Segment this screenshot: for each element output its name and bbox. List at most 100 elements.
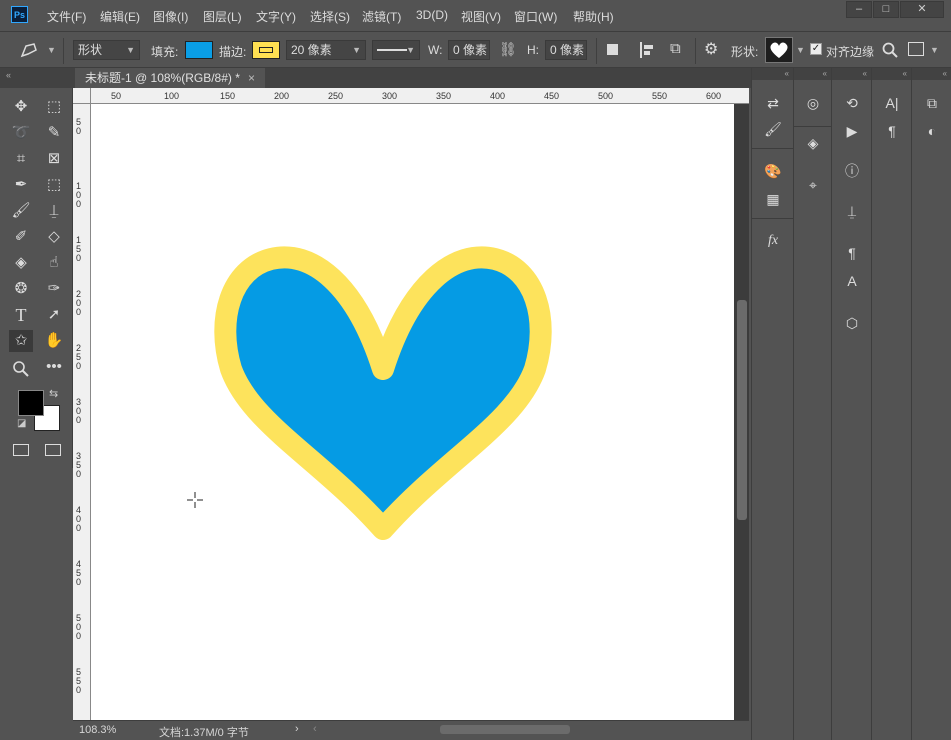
marquee-tool-icon[interactable]: ⬚ [42, 96, 66, 118]
adjustments-icon[interactable]: ◐ [917, 118, 947, 144]
menu-3d[interactable]: 3D(D) [416, 8, 448, 22]
swap-colors-icon[interactable]: ⇆ [49, 387, 58, 400]
fill-color-swatch[interactable] [185, 41, 213, 59]
vertical-ruler[interactable]: 50 100 150 200 250 300 350 400 450 500 5… [73, 104, 91, 720]
screen-mode-icon[interactable] [45, 444, 61, 456]
paths-icon[interactable]: ⌖ [798, 172, 828, 198]
mode-select[interactable]: 形状 ▼ [73, 40, 140, 60]
close-icon[interactable]: ✕ [900, 1, 944, 18]
smudge-tool-icon[interactable]: ☝ [42, 252, 66, 274]
menu-view[interactable]: 视图(V) [461, 8, 501, 25]
workspace-icon[interactable] [908, 42, 924, 56]
search-icon[interactable] [882, 42, 898, 58]
path-operations-icon[interactable] [607, 44, 618, 55]
clone-source-icon[interactable]: ⍊ [837, 198, 867, 224]
menu-layer[interactable]: 图层(L) [203, 8, 242, 25]
brush-settings-icon[interactable]: 🖌 [758, 116, 788, 142]
heart-shape[interactable] [91, 104, 734, 720]
horizontal-scroll-thumb[interactable] [440, 725, 570, 734]
type-tool-icon[interactable]: T [9, 304, 33, 326]
pen-tool-icon[interactable]: ✑ [42, 278, 66, 300]
libraries-icon[interactable]: ⧉ [917, 90, 947, 116]
foreground-color-swatch[interactable] [18, 390, 44, 416]
menu-filter[interactable]: 滤镜(T) [362, 8, 401, 25]
custom-shape-tool-icon[interactable]: ✩ [9, 330, 33, 352]
eraser-tool-icon[interactable]: ◇ [42, 226, 66, 248]
menu-window[interactable]: 窗口(W) [514, 8, 557, 25]
hand-tool-icon[interactable]: ✋ [42, 330, 66, 352]
properties-icon[interactable]: ⇄ [758, 90, 788, 116]
path-alignment-icon[interactable] [640, 42, 656, 58]
dodge-tool-icon[interactable]: ❂ [9, 278, 33, 300]
menu-select[interactable]: 选择(S) [310, 8, 350, 25]
history-brush-tool-icon[interactable]: ✐ [9, 226, 33, 248]
info-icon[interactable]: ⓘ [837, 158, 867, 184]
chevron-down-icon[interactable]: ▼ [796, 45, 805, 55]
brush-tool-icon[interactable]: 🖌 [9, 200, 33, 222]
layers-icon[interactable]: ◈ [798, 130, 828, 156]
paragraph-styles-icon[interactable]: ¶ [837, 240, 867, 266]
document-tab[interactable]: 未标题-1 @ 108%(RGB/8#) * × [75, 68, 265, 88]
ruler-corner [73, 88, 91, 104]
stamp-tool-icon[interactable]: ⍊ [42, 200, 66, 222]
zoom-level[interactable]: 108.3% [79, 724, 116, 736]
menu-image[interactable]: 图像(I) [153, 8, 188, 25]
minimize-icon[interactable]: – [846, 1, 872, 18]
stroke-color-swatch[interactable] [252, 41, 280, 59]
collapse-icon[interactable]: « [794, 68, 831, 80]
height-field[interactable]: 0 像素 [545, 40, 587, 60]
collapse-icon[interactable]: « [752, 68, 793, 80]
menu-type[interactable]: 文字(Y) [256, 8, 296, 25]
eyedropper-tool-icon[interactable]: ✒ [9, 174, 33, 196]
chevron-down-icon[interactable]: ▼ [930, 45, 939, 55]
3d-icon[interactable]: ⬡ [837, 310, 867, 336]
move-tool-icon[interactable]: ✥ [9, 96, 33, 118]
zoom-tool-icon[interactable] [12, 360, 30, 378]
horizontal-ruler[interactable]: 50 100 150 200 250 300 350 400 450 500 5… [91, 88, 749, 104]
stroke-type-select[interactable]: ▼ [372, 40, 420, 60]
character-icon[interactable]: A| [877, 90, 907, 116]
shape-picker[interactable] [765, 37, 793, 63]
path-arrangement-icon[interactable]: ⧉ [670, 40, 681, 57]
collapse-icon[interactable]: « [872, 68, 911, 80]
photoshop-logo: Ps [11, 6, 28, 23]
paint-bucket-tool-icon[interactable]: ◈ [9, 252, 33, 274]
grid-icon[interactable]: ▦ [758, 186, 788, 212]
quick-mask-icon[interactable] [13, 444, 29, 456]
path-select-tool-icon[interactable]: ➚ [42, 304, 66, 326]
crop-tool-icon[interactable]: ⌗ [9, 148, 33, 170]
default-colors-icon[interactable]: ◪ [17, 418, 26, 429]
paragraph-icon[interactable]: ¶ [877, 118, 907, 144]
swatches-icon[interactable]: 🎨 [758, 158, 788, 184]
actions-play-icon[interactable]: ▶ [837, 118, 867, 144]
gear-icon[interactable]: ⚙ [704, 39, 718, 59]
collapse-icon[interactable]: « [912, 68, 951, 80]
stroke-width-field[interactable]: 20 像素 ▼ [286, 40, 366, 60]
maximize-icon[interactable]: □ [873, 1, 899, 18]
link-icon[interactable]: ⛓ [499, 41, 517, 58]
more-tools-icon[interactable]: ••• [42, 356, 66, 378]
frame-tool-icon[interactable]: ⊠ [42, 148, 66, 170]
document-canvas[interactable] [91, 104, 734, 720]
lasso-tool-icon[interactable]: ➰ [9, 122, 33, 144]
width-field[interactable]: 0 像素 [448, 40, 490, 60]
history-icon[interactable]: ⟲ [837, 90, 867, 116]
pen-shape-icon[interactable] [18, 40, 40, 60]
quick-select-tool-icon[interactable]: ✎ [42, 122, 66, 144]
fx-styles-icon[interactable]: fx [758, 228, 788, 254]
vertical-scroll-thumb[interactable] [737, 300, 747, 520]
align-edges-checkbox[interactable]: ✓ [810, 43, 822, 55]
channels-icon[interactable]: ◎ [798, 90, 828, 116]
scroll-left-icon[interactable]: ‹ [313, 723, 317, 735]
menu-help[interactable]: 帮助(H) [573, 8, 614, 25]
close-tab-icon[interactable]: × [248, 68, 255, 88]
menu-file[interactable]: 文件(F) [47, 8, 86, 25]
patch-tool-icon[interactable]: ⬚ [42, 174, 66, 196]
collapse-icon[interactable]: « [832, 68, 871, 80]
collapse-icon[interactable]: « [6, 70, 11, 80]
chevron-down-icon[interactable]: ▼ [47, 45, 56, 55]
character-styles-icon[interactable]: A [837, 268, 867, 294]
menu-edit[interactable]: 编辑(E) [100, 8, 140, 25]
status-bar: 108.3% 文档:1.37M/0 字节 › ‹ [73, 720, 749, 740]
status-menu-arrow[interactable]: › [295, 723, 299, 735]
